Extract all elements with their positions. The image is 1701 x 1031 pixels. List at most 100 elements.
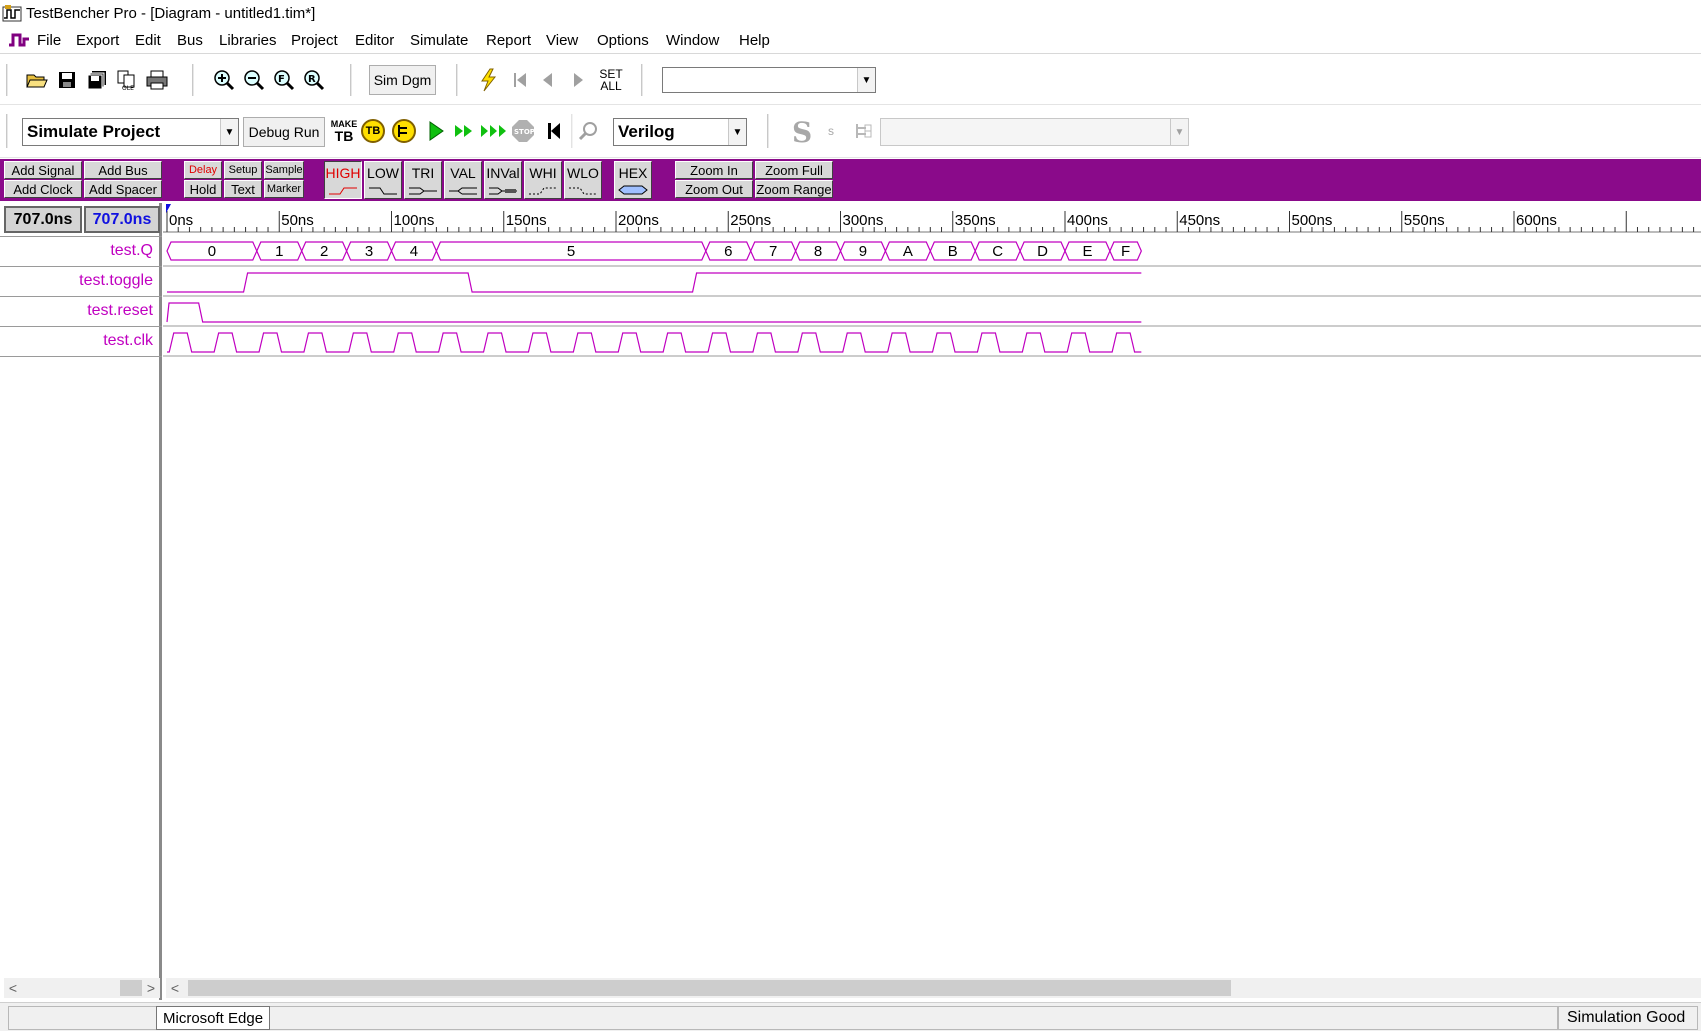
make-tb-button[interactable]: MAKE TB [330, 119, 358, 143]
source-small-s-icon[interactable]: s [828, 124, 834, 138]
debug-run-button[interactable]: Debug Run [243, 117, 325, 147]
menu-project[interactable]: Project [291, 32, 338, 49]
zoom-out-icon[interactable] [241, 67, 267, 93]
waveform-canvas[interactable]: 0ns 50ns 100ns 150ns 200ns 250ns 300ns 350ns 400… [163, 203, 1701, 975]
signal-pane-scrollbar[interactable]: < > [4, 978, 160, 998]
run-to-end-icon[interactable] [480, 118, 510, 144]
zoom-out-button[interactable]: Zoom Out [675, 180, 753, 198]
zoom-full-icon[interactable]: F [271, 67, 297, 93]
setup-button[interactable]: Setup [224, 161, 262, 179]
toolbar-grip[interactable] [641, 64, 644, 96]
scroll-right-icon[interactable]: > [142, 978, 160, 998]
scroll-left-icon[interactable]: < [4, 978, 22, 998]
zoom-in-button[interactable]: Zoom In [675, 161, 753, 179]
source-s-icon[interactable]: S [792, 116, 812, 149]
hierarchy-icon[interactable] [391, 118, 417, 144]
set-all-button[interactable]: SET ALL [597, 68, 625, 92]
menu-editor[interactable]: Editor [355, 32, 394, 49]
tri-state-button[interactable]: TRI [404, 161, 442, 199]
waveform-pane[interactable]: 0ns 50ns 100ns 150ns 200ns 250ns 300ns 350ns 400… [163, 203, 1701, 1000]
toolbar-grip[interactable] [571, 114, 574, 148]
stop-icon[interactable]: STOP [510, 118, 536, 144]
menu-libraries[interactable]: Libraries [219, 32, 277, 49]
bus-value-label: A [903, 243, 913, 260]
rewind-to-start-icon[interactable] [541, 118, 567, 144]
toolbar-grip[interactable] [767, 114, 770, 148]
signal-name-test-clk[interactable]: test.clk [103, 332, 153, 350]
scroll-left-icon[interactable]: < [166, 978, 184, 998]
scrollbar-thumb[interactable] [188, 980, 1231, 996]
sample-button[interactable]: Sample [264, 161, 304, 179]
fast-forward-icon[interactable] [451, 118, 477, 144]
testbench-badge-icon[interactable]: TB [361, 119, 385, 143]
save-disk-icon[interactable] [54, 67, 80, 93]
weak-low-button[interactable]: WLO [564, 161, 602, 199]
delay-button[interactable]: Delay [184, 161, 222, 179]
text-button[interactable]: Text [224, 180, 262, 198]
add-signal-button[interactable]: Add Signal [4, 161, 82, 179]
menu-export[interactable]: Export [76, 32, 119, 49]
toolbar-combo[interactable]: ▼ [662, 67, 876, 93]
ruler-label: 200ns [618, 212, 659, 229]
clock-waveform [167, 332, 1142, 353]
toolbar-grip[interactable] [6, 114, 9, 148]
zoom-range-button[interactable]: Zoom Range [755, 180, 833, 198]
hold-button[interactable]: Hold [184, 180, 222, 198]
search-icon[interactable] [576, 118, 602, 144]
hex-radix-button[interactable]: HEX [614, 161, 652, 199]
simulation-mode-combo[interactable]: Simulate Project ▼ [22, 118, 239, 146]
set-all-label-bottom: ALL [600, 79, 622, 93]
add-spacer-button[interactable]: Add Spacer [84, 180, 162, 198]
chevron-down-icon[interactable]: ▼ [728, 119, 746, 145]
copy-ole-icon[interactable]: OLE [114, 67, 140, 93]
invalid-button[interactable]: INVal [484, 161, 522, 199]
menu-options[interactable]: Options [597, 32, 649, 49]
valid-button[interactable]: VAL [444, 161, 482, 199]
hierarchy-disabled-icon[interactable] [850, 118, 876, 144]
zoom-full-button[interactable]: Zoom Full [755, 161, 833, 179]
menu-simulate[interactable]: Simulate [410, 32, 468, 49]
run-play-icon[interactable] [423, 118, 449, 144]
print-icon[interactable] [144, 67, 170, 93]
menu-report[interactable]: Report [486, 32, 531, 49]
toolbar-grip[interactable] [350, 64, 353, 96]
zoom-in-icon[interactable] [211, 67, 237, 93]
ruler-label: 100ns [394, 212, 435, 229]
open-folder-icon[interactable] [24, 67, 50, 93]
prev-edge-icon[interactable] [535, 67, 561, 93]
signal-name-test-q[interactable]: test.Q [110, 242, 153, 260]
menu-edit[interactable]: Edit [135, 32, 161, 49]
menu-file[interactable]: File [37, 32, 61, 49]
add-bus-button[interactable]: Add Bus [84, 161, 162, 179]
signal-name-test-reset[interactable]: test.reset [87, 302, 153, 320]
toolbar-grip[interactable] [192, 64, 195, 96]
bus-value-label: C [992, 243, 1003, 260]
lightning-icon[interactable] [475, 67, 501, 93]
save-all-icon[interactable] [84, 67, 110, 93]
chevron-down-icon[interactable]: ▼ [857, 68, 875, 92]
high-button[interactable]: HIGH [324, 161, 362, 199]
add-clock-button[interactable]: Add Clock [4, 180, 82, 198]
cursor-time-readout: 707.0ns [4, 206, 82, 233]
inval-label: INVal [486, 165, 520, 181]
language-combo[interactable]: Verilog ▼ [613, 118, 747, 146]
weak-high-button[interactable]: WHI [524, 161, 562, 199]
marker-button[interactable]: Marker [264, 180, 304, 198]
sim-dgm-button[interactable]: Sim Dgm [369, 65, 436, 95]
menu-help[interactable]: Help [739, 32, 770, 49]
scrollbar-thumb[interactable] [120, 980, 142, 996]
menu-window[interactable]: Window [666, 32, 719, 49]
next-edge-icon[interactable] [565, 67, 591, 93]
signal-name-test-toggle[interactable]: test.toggle [79, 272, 153, 290]
low-label: LOW [367, 165, 399, 181]
waveform-scrollbar[interactable]: < [166, 978, 1701, 998]
toolbar-grip[interactable] [456, 64, 459, 96]
menu-view[interactable]: View [546, 32, 578, 49]
first-edge-icon[interactable] [507, 67, 533, 93]
toolbar-grip[interactable] [6, 64, 9, 96]
low-button[interactable]: LOW [364, 161, 402, 199]
chevron-down-icon[interactable]: ▼ [220, 119, 238, 145]
diagram-window-icon[interactable] [8, 31, 30, 49]
zoom-range-icon[interactable]: R [301, 67, 327, 93]
menu-bus[interactable]: Bus [177, 32, 203, 49]
